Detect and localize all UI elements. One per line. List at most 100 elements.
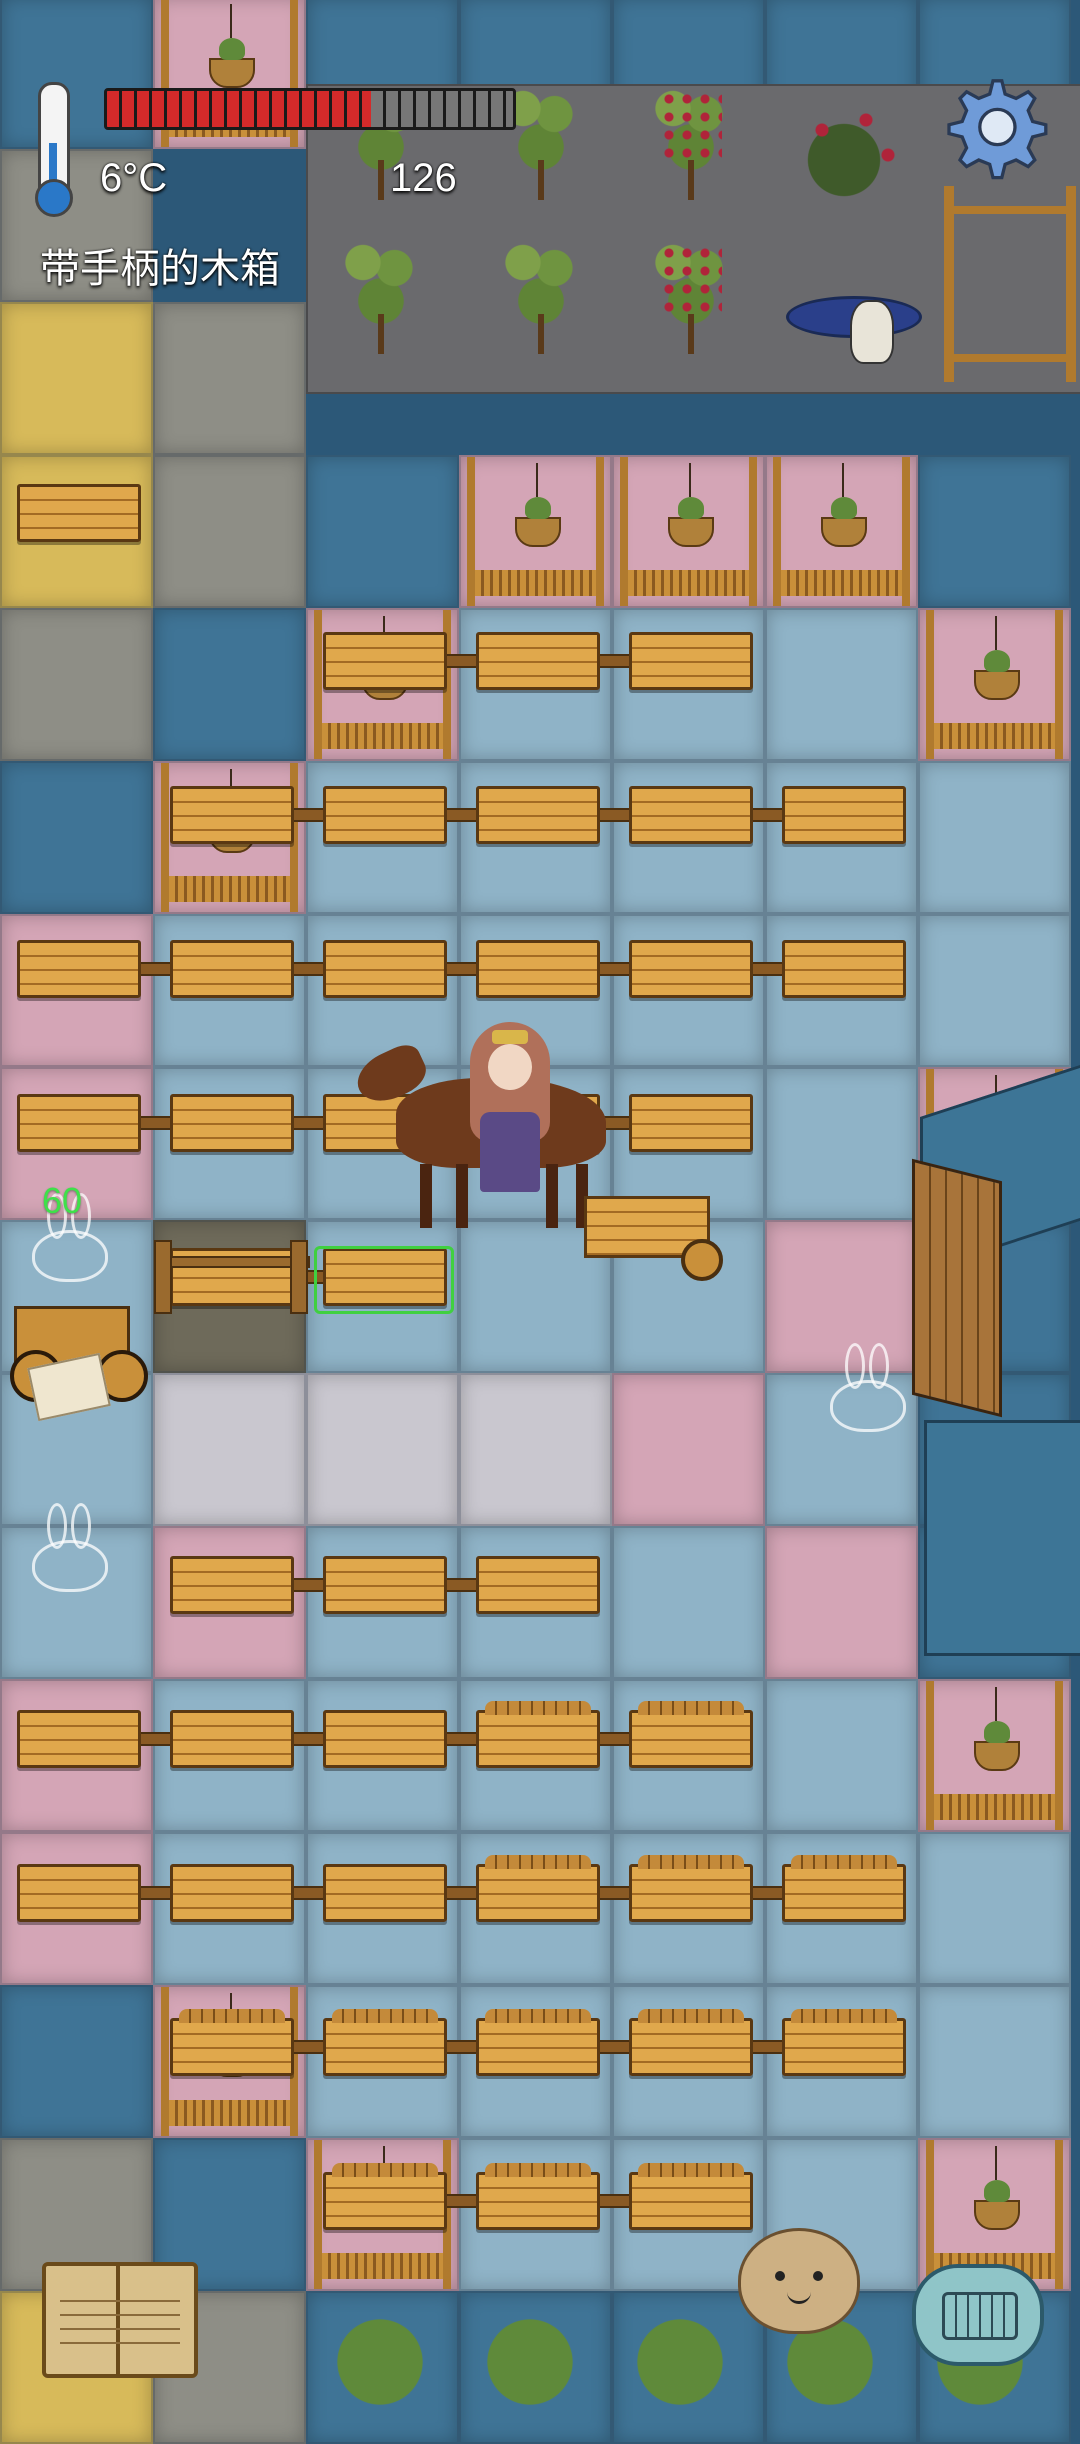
house-roof[interactable]: [924, 1420, 1080, 1656]
fence-post: [154, 1240, 172, 1314]
potato-face-icon[interactable]: [738, 2228, 860, 2334]
floor-tile[interactable]: [918, 914, 1071, 1067]
wooden-crate[interactable]: [323, 1710, 447, 1768]
book-icon[interactable]: [42, 2262, 198, 2378]
full-crate[interactable]: [629, 2163, 753, 2230]
health-bar-empty: [370, 91, 513, 127]
wooden-crate[interactable]: [17, 940, 141, 998]
wooden-crate[interactable]: [323, 1864, 447, 1922]
full-crate[interactable]: [323, 2009, 447, 2076]
ladder[interactable]: [944, 186, 1076, 382]
wooden-door[interactable]: [912, 1158, 1002, 1418]
berry-bush[interactable]: [646, 70, 736, 200]
wooden-crate[interactable]: [17, 1094, 141, 1152]
full-crate[interactable]: [476, 1701, 600, 1768]
floor-tile[interactable]: [918, 1985, 1071, 2138]
full-crate[interactable]: [629, 1701, 753, 1768]
hunger-value: 126: [390, 156, 457, 200]
wooden-crate[interactable]: [323, 632, 447, 690]
hanging-basket[interactable]: [973, 1686, 1020, 1771]
wooden-crate[interactable]: [323, 940, 447, 998]
floor-tile[interactable]: [306, 455, 459, 608]
wooden-crate[interactable]: [323, 1556, 447, 1614]
floor-tile[interactable]: [153, 302, 306, 455]
floor-tile[interactable]: [918, 1832, 1071, 1985]
floor-tile[interactable]: [0, 302, 153, 455]
floor-tile[interactable]: [0, 1985, 153, 2138]
hanging-basket[interactable]: [973, 615, 1020, 700]
wooden-crate[interactable]: [323, 786, 447, 844]
full-crate[interactable]: [323, 2163, 447, 2230]
keyboard-icon[interactable]: [912, 2264, 1044, 2366]
rose-bush[interactable]: [800, 100, 910, 200]
wooden-crate[interactable]: [17, 484, 141, 542]
floor-tile[interactable]: [765, 1067, 918, 1220]
wooden-crate[interactable]: [17, 1864, 141, 1922]
floor-tile[interactable]: [765, 1220, 918, 1373]
wooden-crate[interactable]: [17, 1710, 141, 1768]
wooden-crate[interactable]: [629, 632, 753, 690]
floor-tile[interactable]: [612, 1373, 765, 1526]
wooden-crate[interactable]: [629, 940, 753, 998]
hanging-basket[interactable]: [514, 462, 561, 547]
shrub[interactable]: [320, 2290, 440, 2410]
floor-tile[interactable]: [612, 1526, 765, 1679]
floor-tile[interactable]: [153, 1373, 306, 1526]
wooden-crate[interactable]: [629, 1094, 753, 1152]
hanging-basket[interactable]: [973, 2145, 1020, 2230]
shrub[interactable]: [620, 2290, 740, 2410]
shrub[interactable]: [470, 2290, 590, 2410]
bush[interactable]: [496, 224, 586, 354]
floor-tile[interactable]: [765, 608, 918, 761]
berry-bush[interactable]: [646, 224, 736, 354]
floor-tile[interactable]: [612, 455, 765, 608]
hanging-basket[interactable]: [820, 462, 867, 547]
wooden-crate[interactable]: [170, 1710, 294, 1768]
wooden-crate[interactable]: [476, 940, 600, 998]
floor-tile[interactable]: [918, 761, 1071, 914]
full-crate[interactable]: [782, 1855, 906, 1922]
full-crate[interactable]: [629, 2009, 753, 2076]
hanging-basket[interactable]: [208, 3, 255, 88]
full-crate[interactable]: [476, 2163, 600, 2230]
wooden-crate[interactable]: [629, 786, 753, 844]
floor-tile[interactable]: [918, 608, 1071, 761]
floating-number: 60: [42, 1180, 83, 1221]
floor-tile[interactable]: [918, 1679, 1071, 1832]
floor-tile[interactable]: [459, 1373, 612, 1526]
full-crate[interactable]: [782, 2009, 906, 2076]
health-bar-fill: [107, 91, 371, 127]
wooden-crate[interactable]: [476, 632, 600, 690]
floor-tile[interactable]: [765, 1679, 918, 1832]
wooden-crate[interactable]: [170, 1864, 294, 1922]
wooden-crate[interactable]: [782, 940, 906, 998]
player-character[interactable]: [470, 1022, 550, 1192]
full-crate[interactable]: [476, 1855, 600, 1922]
floor-tile[interactable]: [0, 608, 153, 761]
floor-tile[interactable]: [153, 608, 306, 761]
wooden-crate[interactable]: [476, 1556, 600, 1614]
floor-tile[interactable]: [918, 455, 1071, 608]
wooden-crate[interactable]: [170, 1094, 294, 1152]
wooden-crate[interactable]: [170, 940, 294, 998]
floor-tile[interactable]: [765, 455, 918, 608]
crafting-machine[interactable]: [4, 1286, 148, 1422]
horse-cart[interactable]: [584, 1196, 723, 1281]
floor-tile[interactable]: [306, 1373, 459, 1526]
wooden-crate[interactable]: [170, 786, 294, 844]
floor-tile[interactable]: [153, 455, 306, 608]
bush[interactable]: [336, 224, 426, 354]
floor-tile[interactable]: [765, 1526, 918, 1679]
full-crate[interactable]: [629, 1855, 753, 1922]
full-crate[interactable]: [476, 2009, 600, 2076]
wooden-crate[interactable]: [476, 786, 600, 844]
floor-tile[interactable]: [459, 455, 612, 608]
hanging-basket[interactable]: [667, 462, 714, 547]
bunny-decal: [32, 1193, 108, 1282]
gear-icon[interactable]: [938, 72, 1048, 182]
wooden-crate[interactable]: [170, 1556, 294, 1614]
goose[interactable]: [850, 300, 894, 364]
full-crate[interactable]: [170, 2009, 294, 2076]
wooden-crate[interactable]: [782, 786, 906, 844]
floor-tile[interactable]: [0, 761, 153, 914]
